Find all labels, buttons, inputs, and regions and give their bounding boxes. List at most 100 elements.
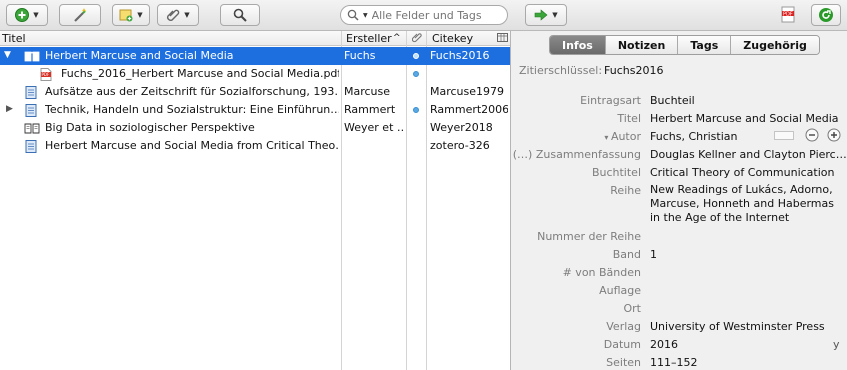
- item-citekey: Marcuse1979: [430, 85, 505, 98]
- item-row[interactable]: ▼ Herbert Marcuse and Social Media Fuchs…: [0, 47, 510, 65]
- search-input[interactable]: [371, 8, 502, 22]
- magic-wand-icon: [74, 8, 87, 22]
- date-format-indicator: y: [833, 338, 840, 351]
- field-label-author[interactable]: ▾ Autor: [604, 130, 641, 143]
- field-value-series[interactable]: New Readings of Lukács, Adorno, Marcuse,…: [650, 183, 846, 225]
- item-title: Technik, Handeln und Sozialstruktur: Ein…: [45, 103, 339, 116]
- column-citekey[interactable]: Citekey: [432, 32, 473, 45]
- tab-notes[interactable]: Notizen: [605, 36, 679, 54]
- field-label-title: Titel: [617, 112, 641, 125]
- field-label-series-number: Nummer der Reihe: [537, 230, 641, 243]
- pdf-import-icon[interactable]: PDF: [780, 6, 798, 27]
- add-attachment-button[interactable]: ▼: [157, 4, 199, 26]
- item-row[interactable]: PDF Fuchs_2016_Herbert Marcuse and Socia…: [0, 65, 510, 83]
- item-title: Herbert Marcuse and Social Media: [45, 49, 234, 62]
- item-row[interactable]: Herbert Marcuse and Social Media from Cr…: [0, 137, 510, 155]
- item-citekey: Weyer2018: [430, 121, 493, 134]
- chevron-down-icon: ▼: [363, 11, 368, 19]
- tab-info[interactable]: Infos: [550, 36, 606, 54]
- column-header: Titel Ersteller ^ Citekey: [0, 31, 510, 46]
- new-item-button[interactable]: ▼: [6, 4, 48, 26]
- svg-text:PDF: PDF: [42, 72, 50, 77]
- field-label-edition: Auflage: [599, 284, 641, 297]
- book-icon: [24, 51, 40, 62]
- field-value-publisher[interactable]: University of Westminster Press: [650, 320, 825, 333]
- item-row[interactable]: ▶ Technik, Handeln und Sozialstruktur: E…: [0, 101, 510, 119]
- book-icon: [24, 123, 40, 134]
- column-picker-icon[interactable]: [497, 32, 508, 46]
- paperclip-icon: [411, 33, 422, 43]
- new-note-button[interactable]: ▼: [112, 4, 150, 26]
- search-icon: [347, 9, 359, 21]
- add-creator-icon[interactable]: [827, 128, 841, 142]
- field-label-itemtype: Eintragsart: [580, 94, 641, 107]
- tab-tags[interactable]: Tags: [678, 36, 732, 54]
- field-value-abstract[interactable]: Douglas Kellner and Clayton Pierc…: [650, 148, 846, 161]
- sync-icon: [819, 8, 833, 22]
- field-value-itemtype[interactable]: Buchteil: [650, 94, 695, 107]
- item-creator: Weyer et …: [344, 121, 404, 134]
- plus-circle-icon: [15, 8, 30, 22]
- field-label-publisher: Verlag: [606, 320, 641, 333]
- author-label-text: Autor: [610, 130, 641, 143]
- item-title: Fuchs_2016_Herbert Marcuse and Social Me…: [61, 67, 339, 80]
- field-value-pages[interactable]: 111–152: [650, 356, 698, 369]
- item-tabs: Infos Notizen Tags Zugehörig: [549, 35, 820, 55]
- add-by-identifier-button[interactable]: [59, 4, 101, 26]
- search-field[interactable]: ▼: [340, 5, 508, 25]
- field-label-series: Reihe: [610, 184, 641, 197]
- field-label-num-volumes: # von Bänden: [562, 266, 641, 279]
- field-value-booktitle[interactable]: Critical Theory of Communication: [650, 166, 835, 179]
- item-citekey: Rammert2006: [430, 103, 508, 116]
- item-creator: Rammert: [344, 103, 396, 116]
- column-attachments[interactable]: [411, 32, 422, 46]
- sort-ascending-icon: ^: [393, 33, 401, 43]
- item-creator: Fuchs: [344, 49, 376, 62]
- field-value-author[interactable]: Fuchs, Christian: [650, 130, 737, 143]
- tab-related[interactable]: Zugehörig: [731, 36, 819, 54]
- item-row[interactable]: Big Data in soziologischer Perspektive W…: [0, 119, 510, 137]
- remove-creator-icon[interactable]: [805, 128, 819, 142]
- item-detail-pane: Infos Notizen Tags Zugehörig Zitierschlü…: [511, 31, 847, 370]
- advanced-search-button[interactable]: [220, 4, 260, 26]
- chevron-down-icon: ▼: [184, 11, 190, 19]
- column-title[interactable]: Titel: [2, 32, 26, 45]
- attachment-indicator-icon[interactable]: [413, 107, 419, 113]
- document-icon: [25, 104, 37, 117]
- disclosure-collapsed-icon[interactable]: ▶: [6, 104, 13, 114]
- name-mode-switch[interactable]: [774, 131, 794, 140]
- column-creator[interactable]: Ersteller: [346, 32, 392, 45]
- document-icon: [25, 140, 37, 153]
- field-label-pages: Seiten: [606, 356, 641, 369]
- citekey-label: Zitierschlüssel:: [519, 64, 603, 77]
- items-pane: Titel Ersteller ^ Citekey ▼ Herbert Marc…: [0, 31, 510, 370]
- item-citekey: Fuchs2016: [430, 49, 490, 62]
- attachment-indicator-icon[interactable]: [413, 71, 419, 77]
- field-label-abstract[interactable]: (…) Zusammenfassung: [513, 148, 641, 161]
- pdf-icon: PDF: [40, 68, 52, 81]
- item-citekey: zotero-326: [430, 139, 490, 152]
- toolbar: ▼ ▼ ▼ ▼ ▼ PDF: [0, 0, 847, 31]
- arrow-right-icon: [534, 9, 548, 21]
- sync-button[interactable]: [811, 4, 841, 26]
- field-label-booktitle: Buchtitel: [591, 166, 641, 179]
- item-creator: Marcuse: [344, 85, 391, 98]
- citekey-value[interactable]: Fuchs2016: [604, 64, 663, 77]
- item-title: Big Data in soziologischer Perspektive: [45, 121, 255, 134]
- chevron-down-icon: ▼: [552, 11, 558, 19]
- paperclip-icon: [167, 9, 180, 21]
- document-icon: [25, 86, 37, 99]
- svg-text:PDF: PDF: [783, 12, 793, 18]
- item-title: Aufsätze aus der Zeitschrift für Sozialf…: [45, 85, 339, 98]
- field-label-volume: Band: [612, 248, 641, 261]
- field-value-title[interactable]: Herbert Marcuse and Social Media: [650, 112, 839, 125]
- field-label-place: Ort: [623, 302, 642, 315]
- item-row[interactable]: Aufsätze aus der Zeitschrift für Sozialf…: [0, 83, 510, 101]
- field-value-date[interactable]: 2016: [650, 338, 678, 351]
- chevron-down-icon: ▼: [137, 11, 143, 19]
- field-value-volume[interactable]: 1: [650, 248, 657, 261]
- locate-button[interactable]: ▼: [525, 4, 567, 26]
- magnifier-icon: [233, 8, 247, 22]
- disclosure-expanded-icon[interactable]: ▼: [4, 50, 11, 60]
- attachment-indicator-icon[interactable]: [413, 53, 419, 59]
